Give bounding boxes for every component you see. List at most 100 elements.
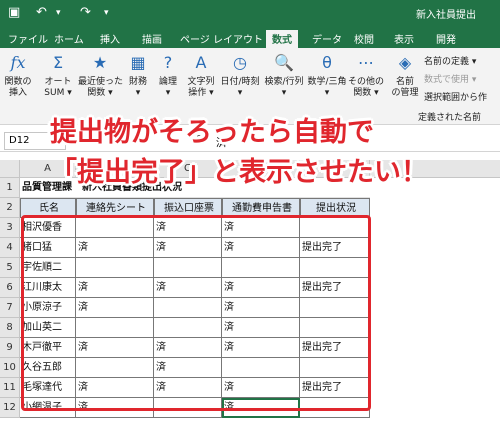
cell-d5[interactable]	[222, 258, 300, 278]
cell-e11[interactable]: 提出完了	[300, 378, 370, 398]
cell-b3[interactable]	[76, 218, 154, 238]
name-manager-button[interactable]: ◈ 名前 の管理	[390, 52, 420, 99]
recently-used-button[interactable]: ★ 最近使った 関数 ▾	[78, 52, 123, 99]
column-header-b[interactable]: B	[76, 160, 154, 178]
cell-c8[interactable]	[154, 318, 222, 338]
tab-review[interactable]: 校閲	[354, 31, 374, 46]
tab-insert[interactable]: 挿入	[100, 31, 120, 46]
cell-a9[interactable]: 木戸徹平	[20, 338, 76, 358]
cell-b12[interactable]: 済	[76, 398, 154, 418]
tab-home[interactable]: ホーム	[54, 31, 84, 46]
row-header-1[interactable]: 1	[0, 178, 20, 198]
cell-c5[interactable]	[154, 258, 222, 278]
cell-a11[interactable]: 毛塚達代	[20, 378, 76, 398]
customize-toolbar-icon[interactable]: ▾	[104, 5, 109, 21]
cell-c4[interactable]: 済	[154, 238, 222, 258]
column-header-c[interactable]: C	[154, 160, 222, 178]
cell-e9[interactable]: 提出完了	[300, 338, 370, 358]
row-header-7[interactable]: 7	[0, 298, 20, 318]
logical-button[interactable]: ? 論理 ▾	[154, 52, 182, 99]
cell-c9[interactable]: 済	[154, 338, 222, 358]
fx-label[interactable]: fx	[195, 133, 205, 146]
row-header-3[interactable]: 3	[0, 218, 20, 238]
tab-draw[interactable]: 描画	[142, 31, 162, 46]
cell-c12[interactable]	[154, 398, 222, 418]
row-header-9[interactable]: 9	[0, 338, 20, 358]
cell-d12[interactable]: 済	[222, 398, 300, 418]
cell-e6[interactable]: 提出完了	[300, 278, 370, 298]
name-box[interactable]: D12	[4, 132, 66, 150]
cell-a8[interactable]: 加山英二	[20, 318, 76, 338]
text-functions-button[interactable]: A 文字列 操作 ▾	[184, 52, 218, 99]
table-header-cell[interactable]: 氏名	[20, 198, 76, 218]
cell-b7[interactable]: 済	[76, 298, 154, 318]
tab-page-layout[interactable]: ページ レイアウト	[180, 31, 263, 46]
insert-function-button[interactable]: fx 関数の 挿入	[4, 52, 32, 99]
cell-d9[interactable]: 済	[222, 338, 300, 358]
use-in-formula-button[interactable]: 数式で使用 ▾	[424, 72, 476, 85]
cell-e12[interactable]	[300, 398, 370, 418]
tab-file[interactable]: ファイル	[8, 31, 48, 46]
cell-c3[interactable]: 済	[154, 218, 222, 238]
row-header-8[interactable]: 8	[0, 318, 20, 338]
undo-dropdown-icon[interactable]: ▾	[56, 5, 61, 21]
row-header-12[interactable]: 12	[0, 398, 20, 418]
tab-developer[interactable]: 開発	[436, 31, 456, 46]
cell-a1[interactable]: 品質管理課 新入社員書類提出状況	[20, 178, 370, 198]
redo-icon[interactable]: ↷	[80, 5, 91, 21]
tab-formulas[interactable]: 数式	[266, 30, 298, 48]
row-header-10[interactable]: 10	[0, 358, 20, 378]
create-from-selection-button[interactable]: 選択範囲から作	[424, 90, 487, 103]
cell-e7[interactable]	[300, 298, 370, 318]
math-trig-button[interactable]: θ 数学/三角 ▾	[306, 52, 348, 99]
tab-data[interactable]: データ	[312, 31, 342, 46]
cell-e4[interactable]: 提出完了	[300, 238, 370, 258]
cell-a10[interactable]: 久谷五郎	[20, 358, 76, 378]
row-header-4[interactable]: 4	[0, 238, 20, 258]
date-time-button[interactable]: ◷ 日付/時刻 ▾	[218, 52, 262, 99]
cell-b6[interactable]: 済	[76, 278, 154, 298]
cell-b5[interactable]	[76, 258, 154, 278]
table-header-cell[interactable]: 提出状況	[300, 198, 370, 218]
cell-c6[interactable]: 済	[154, 278, 222, 298]
row-header-6[interactable]: 6	[0, 278, 20, 298]
cell-d3[interactable]: 済	[222, 218, 300, 238]
column-header-a[interactable]: A	[20, 160, 76, 178]
define-name-button[interactable]: 名前の定義 ▾	[424, 54, 476, 67]
cell-a3[interactable]: 相沢優香	[20, 218, 76, 238]
cell-c11[interactable]: 済	[154, 378, 222, 398]
cell-c10[interactable]: 済	[154, 358, 222, 378]
cell-a6[interactable]: 江川康太	[20, 278, 76, 298]
cell-a5[interactable]: 宇佐順二	[20, 258, 76, 278]
row-header-11[interactable]: 11	[0, 378, 20, 398]
row-header-5[interactable]: 5	[0, 258, 20, 278]
table-header-cell[interactable]: 連絡先シート	[76, 198, 154, 218]
cell-d6[interactable]: 済	[222, 278, 300, 298]
cell-d8[interactable]: 済	[222, 318, 300, 338]
financial-button[interactable]: ▦ 財務 ▾	[124, 52, 152, 99]
undo-icon[interactable]: ↶	[36, 5, 47, 21]
formula-value[interactable]: 済	[216, 134, 227, 150]
cell-e8[interactable]	[300, 318, 370, 338]
cell-d7[interactable]: 済	[222, 298, 300, 318]
row-header-2[interactable]: 2	[0, 198, 20, 218]
cell-b4[interactable]: 済	[76, 238, 154, 258]
more-functions-button[interactable]: ⋯ その他の 関数 ▾	[348, 52, 384, 99]
cell-b8[interactable]	[76, 318, 154, 338]
cell-e10[interactable]	[300, 358, 370, 378]
tab-view[interactable]: 表示	[394, 31, 414, 46]
cell-a4[interactable]: 猪口猛	[20, 238, 76, 258]
cell-d4[interactable]: 済	[222, 238, 300, 258]
cell-b10[interactable]	[76, 358, 154, 378]
cell-a7[interactable]: 小原涼子	[20, 298, 76, 318]
column-header-d[interactable]: D	[222, 160, 300, 178]
table-header-cell[interactable]: 通勤費申告書	[222, 198, 300, 218]
cell-a12[interactable]: 小網温子	[20, 398, 76, 418]
select-all-corner[interactable]	[0, 160, 20, 178]
cell-c7[interactable]	[154, 298, 222, 318]
cell-d11[interactable]: 済	[222, 378, 300, 398]
autosum-button[interactable]: Σ オート SUM ▾	[40, 52, 76, 99]
cell-e5[interactable]	[300, 258, 370, 278]
table-header-cell[interactable]: 振込口座票	[154, 198, 222, 218]
cell-b11[interactable]: 済	[76, 378, 154, 398]
